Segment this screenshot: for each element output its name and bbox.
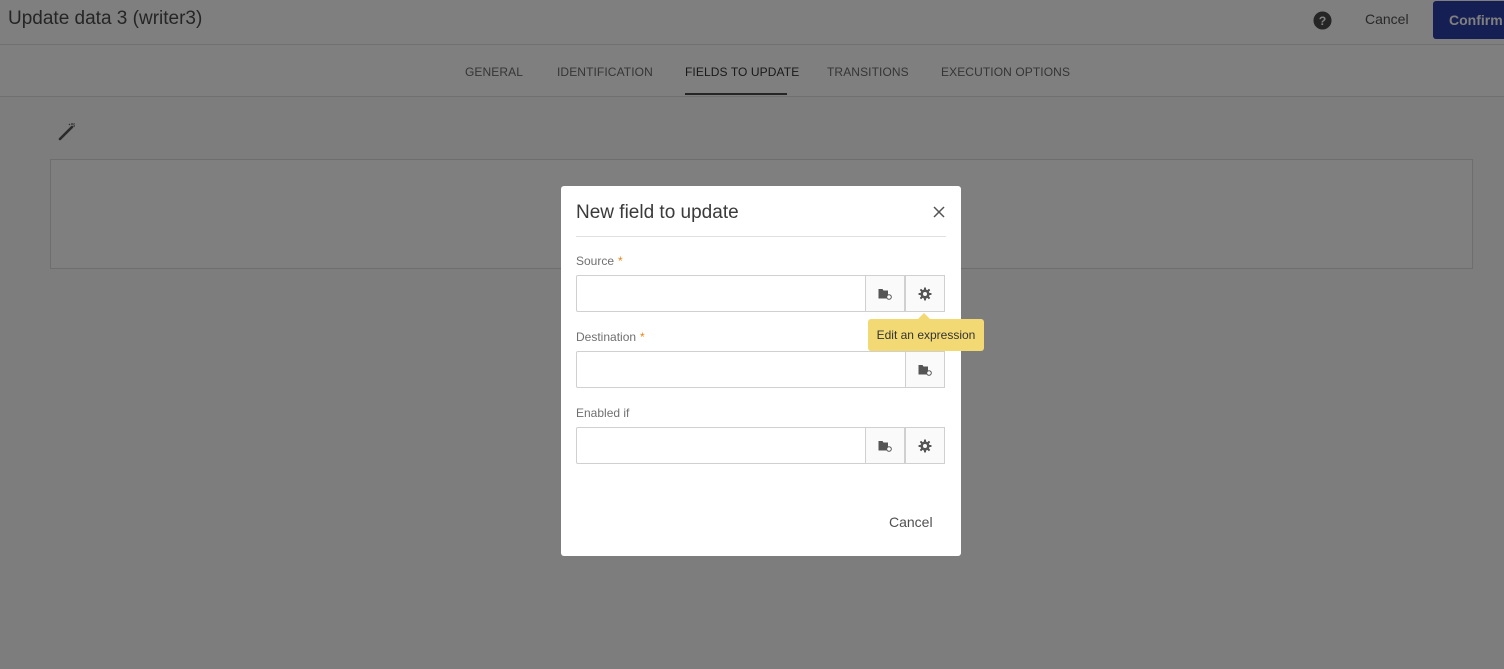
source-label-text: Source xyxy=(576,254,615,268)
folder-browse-icon xyxy=(878,288,892,300)
dialog-cancel-button[interactable]: Cancel xyxy=(889,514,933,530)
destination-required-mark: * xyxy=(640,330,645,344)
gear-icon xyxy=(918,287,932,300)
enabled-if-label: Enabled if xyxy=(576,406,629,420)
enabled-if-expression-button[interactable] xyxy=(905,427,945,464)
source-input[interactable] xyxy=(576,275,866,312)
destination-label-text: Destination xyxy=(576,330,637,344)
close-icon[interactable] xyxy=(932,205,946,219)
source-browse-button[interactable] xyxy=(865,275,905,312)
enabled-if-browse-button[interactable] xyxy=(865,427,905,464)
edit-expression-tooltip: Edit an expression xyxy=(868,319,984,351)
source-expression-button[interactable] xyxy=(905,275,945,312)
source-required-mark: * xyxy=(618,254,623,268)
gear-icon xyxy=(918,439,932,452)
folder-browse-icon xyxy=(878,440,892,452)
destination-label: Destination * xyxy=(576,330,645,344)
source-label: Source * xyxy=(576,254,623,268)
destination-input[interactable] xyxy=(576,351,906,388)
dialog-title: New field to update xyxy=(576,202,739,223)
destination-browse-button[interactable] xyxy=(905,351,945,388)
new-field-dialog: New field to update Source * Destination… xyxy=(561,186,961,556)
dialog-divider xyxy=(576,236,946,237)
enabled-if-label-text: Enabled if xyxy=(576,406,630,420)
enabled-if-input[interactable] xyxy=(576,427,866,464)
folder-browse-icon xyxy=(918,364,932,376)
